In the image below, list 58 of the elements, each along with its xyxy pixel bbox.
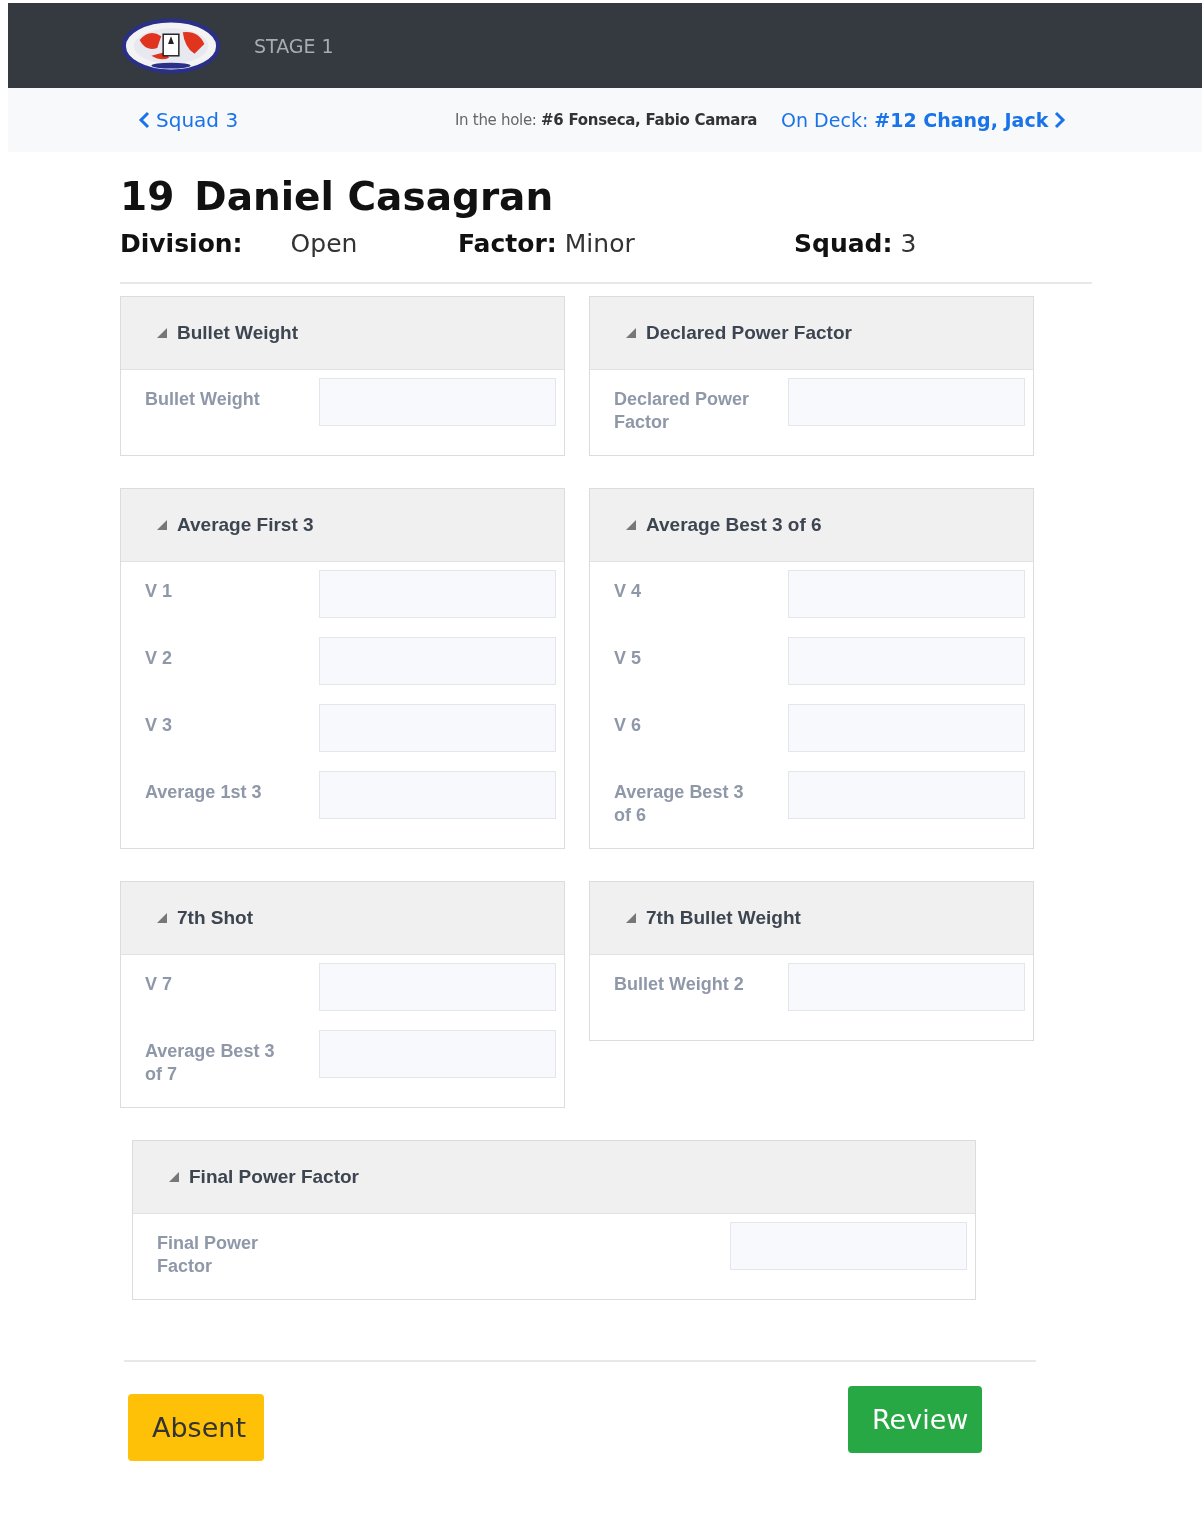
panel-title: Final Power Factor: [189, 1166, 359, 1188]
panel-title: Average First 3: [177, 514, 314, 536]
detail-label: Factor:: [458, 229, 557, 258]
in-the-hole-text: In the hole: #6 Fonseca, Fabio Camara: [455, 111, 758, 129]
panel-title: 7th Bullet Weight: [646, 907, 801, 929]
field-label: V 7: [144, 973, 174, 996]
detail-value: Minor: [564, 229, 635, 258]
panel-title: 7th Shot: [177, 907, 253, 929]
input-field[interactable]: [319, 704, 556, 752]
field-label: V 1: [144, 580, 174, 603]
input-field[interactable]: [319, 637, 556, 685]
input-field[interactable]: [788, 378, 1025, 426]
stage-title: STAGE 1: [254, 34, 334, 57]
panel-title: Average Best 3 of 6: [646, 514, 822, 536]
input-field[interactable]: [319, 378, 556, 426]
detail-value: Open: [290, 229, 358, 258]
field-label: Final Power Factor: [156, 1232, 260, 1278]
competitor-number: 19: [120, 174, 175, 219]
detail-label: Squad:: [794, 229, 893, 258]
input-field[interactable]: [788, 570, 1025, 618]
input-field[interactable]: [319, 771, 556, 819]
field-label: V 6: [613, 714, 643, 737]
chevron-left-icon: [138, 111, 150, 129]
field-label: V 4: [613, 580, 643, 603]
field-label: V 2: [144, 647, 174, 670]
field-label: Declared Power Factor: [613, 388, 751, 434]
field-label: Average Best 3 of 6: [613, 781, 745, 827]
input-field[interactable]: [788, 637, 1025, 685]
on-deck-link[interactable]: On Deck: #12 Chang, Jack: [781, 109, 1067, 131]
competitor-name: Daniel Casagran: [194, 174, 554, 219]
detail-value: 3: [900, 229, 917, 258]
input-field[interactable]: [319, 963, 556, 1011]
absent-button[interactable]: Absent: [128, 1394, 264, 1461]
field-label: Average Best 3 of 7: [144, 1040, 276, 1086]
input-field[interactable]: [788, 963, 1025, 1011]
input-field[interactable]: [788, 771, 1025, 819]
field-label: Bullet Weight: [144, 388, 261, 411]
field-label: V 5: [613, 647, 643, 670]
previous-squad-link[interactable]: Squad 3: [138, 108, 455, 132]
input-field[interactable]: [319, 1030, 556, 1078]
emblem-icon: [122, 17, 220, 74]
field-label: Bullet Weight 2: [613, 973, 745, 996]
chevron-right-icon: [1054, 111, 1067, 129]
detail-label: Division:: [120, 229, 243, 258]
panel-title: Declared Power Factor: [646, 322, 852, 344]
panel-header[interactable]: Average First 3: [121, 489, 564, 562]
panel-header[interactable]: Final Power Factor: [133, 1141, 975, 1214]
panel-header[interactable]: 7th Shot: [121, 882, 564, 955]
panel-header[interactable]: 7th Bullet Weight: [590, 882, 1033, 955]
input-field[interactable]: [730, 1222, 967, 1270]
panel-header[interactable]: Bullet Weight: [121, 297, 564, 370]
panel-header[interactable]: Declared Power Factor: [590, 297, 1033, 370]
field-label: V 3: [144, 714, 174, 737]
input-field[interactable]: [319, 570, 556, 618]
panel-header[interactable]: Average Best 3 of 6: [590, 489, 1033, 562]
input-field[interactable]: [788, 704, 1025, 752]
field-label: Average 1st 3: [144, 781, 263, 804]
panel-title: Bullet Weight: [177, 322, 299, 344]
